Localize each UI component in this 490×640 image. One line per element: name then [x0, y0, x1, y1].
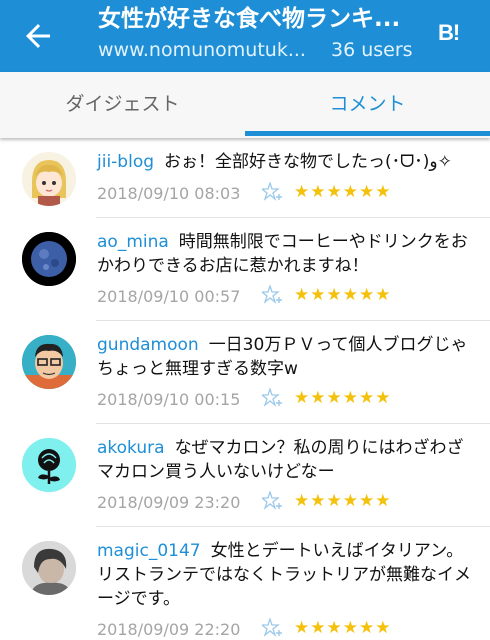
comment-text-block: ao_mina 時間無制限でコーヒーやドリンクをおかわりできるお店に惹かれますね！ [97, 230, 477, 278]
comment-username[interactable]: akokura [97, 438, 165, 458]
comment-username[interactable]: magic_0147 [97, 541, 201, 561]
comment-body: おぉ！全部好きな物でしたっ(･ᗜ･)و✧ [164, 152, 452, 172]
avatar[interactable] [22, 335, 76, 389]
page-url[interactable]: www.nomunomutuk... [98, 38, 313, 62]
comment-item: ao_mina 時間無制限でコーヒーやドリンクをおかわりできるお店に惹かれますね！… [0, 218, 490, 321]
selected-tab-indicator [245, 131, 490, 136]
tab-bar: ダイジェスト コメント [0, 72, 490, 138]
tab-digest[interactable]: ダイジェスト [0, 72, 245, 138]
comment-item: gundamoon 一日30万ＰＶって個人ブログじゃちょっと無理すぎる数字w 20… [0, 321, 490, 424]
app-bar: 女性が好きな食べ物ランキ... www.nomunomutuk... 36 us… [0, 0, 490, 72]
comment-item: akokura なぜマカロン？私の周りにはわざわざマカロン買う人いないけどなー 2… [0, 424, 490, 527]
add-star-icon[interactable] [262, 388, 284, 408]
comment-date: 2018/09/10 00:15 [97, 390, 241, 409]
comment-username[interactable]: jii-blog [97, 152, 154, 172]
hatena-bookmark-button[interactable]: B! [438, 20, 460, 46]
comment-text-block: akokura なぜマカロン？私の周りにはわざわざマカロン買う人いないけどなー [97, 436, 477, 484]
comment-text-block: gundamoon 一日30万ＰＶって個人ブログじゃちょっと無理すぎる数字w [97, 333, 477, 381]
star-rating[interactable]: ★★★★★★ [294, 491, 391, 511]
tab-comments[interactable]: コメント [245, 72, 490, 138]
star-rating[interactable]: ★★★★★★ [294, 285, 391, 305]
users-count[interactable]: 36 users [331, 38, 413, 62]
comment-username[interactable]: ao_mina [97, 232, 169, 252]
comment-username[interactable]: gundamoon [97, 335, 199, 355]
comment-text-block: jii-blog おぉ！全部好きな物でしたっ(･ᗜ･)و✧ [97, 150, 477, 174]
back-arrow-icon[interactable] [20, 18, 56, 54]
comment-text-block: magic_0147 女性とデートいえばイタリアン。リストランテではなくトラットリ… [97, 539, 477, 611]
comment-item: jii-blog おぉ！全部好きな物でしたっ(･ᗜ･)و✧ 2018/09/10 … [0, 138, 490, 218]
add-star-icon[interactable] [262, 491, 284, 511]
avatar-moon-icon [22, 232, 76, 286]
star-rating[interactable]: ★★★★★★ [294, 388, 391, 408]
comment-date: 2018/09/09 23:20 [97, 493, 241, 512]
add-star-icon[interactable] [262, 285, 284, 305]
comment-date: 2018/09/10 00:57 [97, 287, 241, 306]
star-rating[interactable]: ★★★★★★ [294, 182, 391, 202]
avatar[interactable] [22, 541, 76, 595]
avatar-anime-girl-icon [22, 152, 76, 206]
add-star-icon[interactable] [262, 618, 284, 638]
avatar-rose-icon [22, 438, 76, 492]
page-title: 女性が好きな食べ物ランキ... [98, 6, 401, 32]
comment-date: 2018/09/10 08:03 [97, 184, 241, 203]
comment-date: 2018/09/09 22:20 [97, 620, 241, 639]
avatar[interactable] [22, 232, 76, 286]
avatar-glasses-man-icon [22, 335, 76, 389]
add-star-icon[interactable] [262, 182, 284, 202]
avatar-photo-person-icon [22, 541, 76, 595]
star-rating[interactable]: ★★★★★★ [294, 618, 391, 638]
avatar[interactable] [22, 152, 76, 206]
comment-item: magic_0147 女性とデートいえばイタリアン。リストランテではなくトラットリ… [0, 527, 490, 640]
avatar[interactable] [22, 438, 76, 492]
